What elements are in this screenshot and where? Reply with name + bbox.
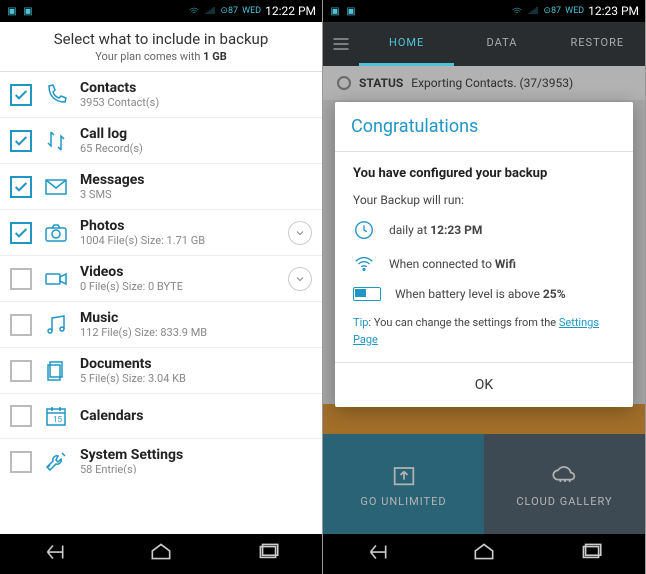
battery-icon: ⊙87 [543,6,561,16]
item-sub: 112 File(s) Size: 833.9 MB [80,326,312,339]
dialog-lead: You have configured your backup [353,166,615,181]
dialog-overlay: Congratulations You have configured your… [323,66,645,534]
expand-icon[interactable] [288,267,312,291]
shop-icon: ▣ [22,5,34,17]
phone-icon [42,81,70,109]
wrench-icon [42,448,70,475]
row-battery: When battery level is above 25% [353,287,615,301]
phone-right: ▣ ▣ ⊙87 WED 12:23 PM HOME DATA RESTORE S… [323,0,646,574]
item-label: Photos [80,218,282,234]
checkbox-icon[interactable] [10,176,32,198]
item-label: Contacts [80,80,312,96]
item-contacts[interactable]: Contacts3953 Contact(s) [0,72,322,118]
congrats-dialog: Congratulations You have configured your… [335,102,633,407]
checkbox-icon[interactable] [10,222,32,244]
item-sub: 58 Entrie(s) [80,463,312,474]
phone-left: ▣ ▣ ⊙87 WED 12:22 PM Select what to incl… [0,0,323,574]
item-sub: 1004 File(s) Size: 1.71 GB [80,234,282,247]
checkbox-icon[interactable] [10,268,32,290]
video-icon [42,265,70,293]
back-icon[interactable] [364,539,390,569]
checkbox-icon[interactable] [10,451,32,473]
item-sub: 5 File(s) Size: 3.04 KB [80,372,312,385]
envelope-icon [42,173,70,201]
status-day: WED [565,6,584,16]
backup-header: Select what to include in backup Your pl… [0,22,322,72]
wifi-icon [353,253,375,275]
signal-icon [527,5,539,17]
recent-icon[interactable] [255,539,281,569]
wifi-icon [188,5,200,17]
dialog-runs: Your Backup will run: [353,193,615,207]
tab-bar: HOME DATA RESTORE [323,22,645,66]
wifi-icon [511,5,523,17]
checkbox-icon[interactable] [10,360,32,382]
nav-bar [323,534,645,574]
item-photos[interactable]: Photos1004 File(s) Size: 1.71 GB [0,210,322,256]
dialog-title: Congratulations [335,102,633,152]
item-music[interactable]: Music112 File(s) Size: 833.9 MB [0,302,322,348]
toggle-icon [353,287,381,301]
battery-icon: ⊙87 [220,6,238,16]
checkbox-icon[interactable] [10,130,32,152]
item-sub: 3953 Contact(s) [80,96,312,109]
item-calllog[interactable]: Call log65 Record(s) [0,118,322,164]
tab-restore[interactable]: RESTORE [550,22,645,66]
ok-button[interactable]: OK [335,362,633,407]
status-time: 12:22 PM [265,4,316,18]
row-daily: daily at 12:23 PM [353,219,615,241]
item-calendars[interactable]: 15 Calendars [0,394,322,439]
page-subtitle: Your plan comes with 1 GB [10,50,312,63]
row-wifi: When connected to Wifi [353,253,615,275]
tab-home[interactable]: HOME [359,22,454,66]
item-label: System Settings [80,447,312,463]
download-icon: ▣ [329,5,341,17]
status-day: WED [242,6,261,16]
download-icon: ▣ [6,5,18,17]
item-sub: 65 Record(s) [80,142,312,155]
svg-text:15: 15 [53,415,62,424]
item-system-settings[interactable]: System Settings58 Entrie(s) [0,439,322,474]
item-label: Calendars [80,408,312,424]
item-label: Videos [80,264,282,280]
item-messages[interactable]: Messages3 SMS [0,164,322,210]
calendar-icon: 15 [42,402,70,430]
dialog-tip: Tip: You can change the settings from th… [353,315,615,348]
item-label: Documents [80,356,312,372]
item-videos[interactable]: Videos0 File(s) Size: 0 BYTE [0,256,322,302]
status-time: 12:23 PM [588,4,639,18]
page-title: Select what to include in backup [10,30,312,48]
item-sub: 0 File(s) Size: 0 BYTE [80,280,282,293]
music-icon [42,311,70,339]
back-icon[interactable] [41,539,67,569]
status-bar: ▣ ▣ ⊙87 WED 12:23 PM [323,0,645,22]
documents-icon [42,357,70,385]
signal-icon [204,5,216,17]
checkbox-icon[interactable] [10,314,32,336]
checkbox-icon[interactable] [10,405,32,427]
home-icon[interactable] [471,539,497,569]
tab-data[interactable]: DATA [454,22,549,66]
shop-icon: ▣ [345,5,357,17]
camera-icon [42,219,70,247]
item-label: Messages [80,172,312,188]
menu-icon[interactable] [323,34,359,54]
home-icon[interactable] [148,539,174,569]
item-label: Music [80,310,312,326]
backup-list: Contacts3953 Contact(s) Call log65 Recor… [0,72,322,474]
clock-icon [353,219,375,241]
recent-icon[interactable] [578,539,604,569]
calllog-icon [42,127,70,155]
item-label: Call log [80,126,312,142]
item-documents[interactable]: Documents5 File(s) Size: 3.04 KB [0,348,322,394]
checkbox-icon[interactable] [10,84,32,106]
nav-bar [0,534,322,574]
item-sub: 3 SMS [80,188,312,201]
status-bar: ▣ ▣ ⊙87 WED 12:22 PM [0,0,322,22]
expand-icon[interactable] [288,221,312,245]
